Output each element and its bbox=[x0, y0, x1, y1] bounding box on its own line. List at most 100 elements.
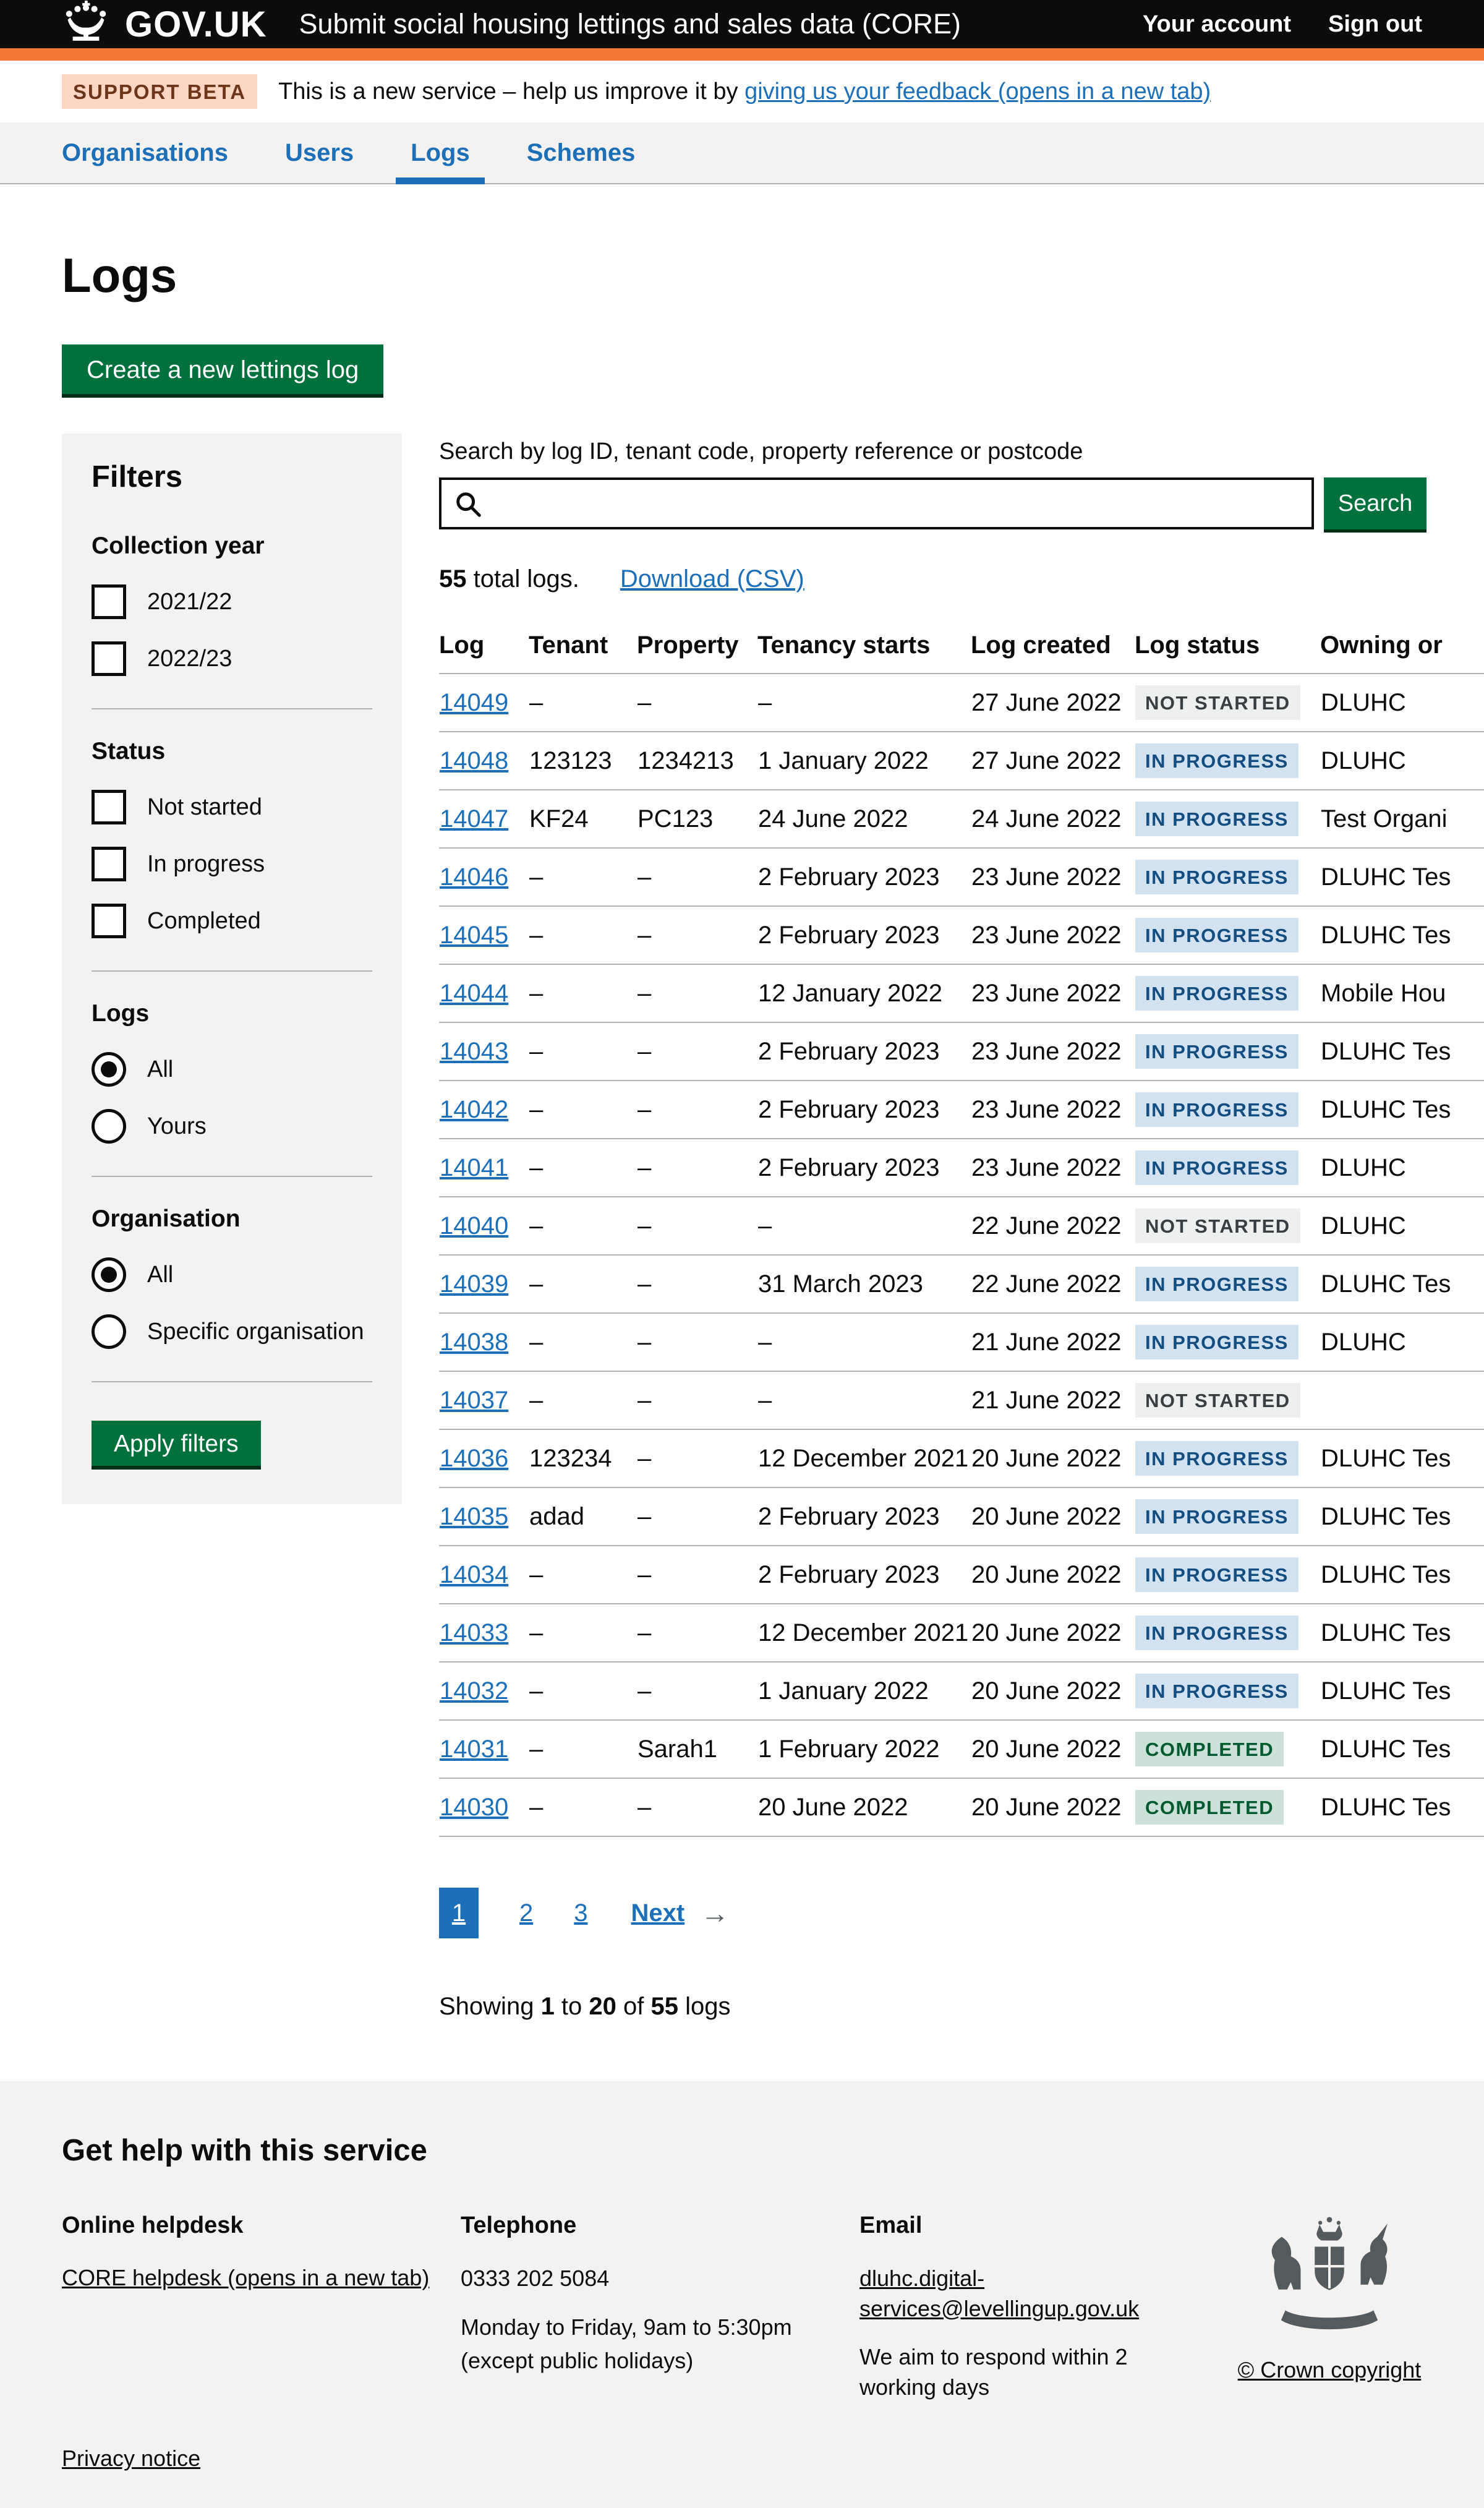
tenant-cell: – bbox=[529, 848, 637, 906]
log-id-link[interactable]: 14035 bbox=[440, 1503, 508, 1530]
telephone-hours: Monday to Friday, 9am to 5:30pm bbox=[461, 2313, 835, 2343]
search-input[interactable] bbox=[439, 477, 1314, 529]
download-csv-link[interactable]: Download (CSV) bbox=[620, 565, 804, 593]
checkbox-2021-22[interactable] bbox=[92, 584, 126, 619]
nav-item-users[interactable]: Users bbox=[285, 122, 354, 183]
log-id-link[interactable]: 14036 bbox=[440, 1445, 508, 1472]
log-id-link[interactable]: 14037 bbox=[440, 1387, 508, 1414]
owning-organisation-cell bbox=[1320, 1371, 1484, 1429]
log-created-cell: 23 June 2022 bbox=[971, 1139, 1135, 1197]
log-id-link[interactable]: 14045 bbox=[440, 922, 508, 949]
tenancy-starts-cell: – bbox=[757, 1313, 971, 1371]
log-id-link[interactable]: 14039 bbox=[440, 1270, 508, 1298]
filter-heading-status: Status bbox=[92, 738, 372, 765]
log-id-link[interactable]: 14042 bbox=[440, 1096, 508, 1123]
property-cell: – bbox=[637, 1022, 757, 1081]
owning-organisation-cell: DLUHC bbox=[1320, 1139, 1484, 1197]
radio-logs-all[interactable] bbox=[92, 1052, 126, 1087]
table-header-row: Log Tenant Property Tenancy starts Log c… bbox=[439, 619, 1484, 674]
log-created-cell: 21 June 2022 bbox=[971, 1313, 1135, 1371]
checkbox-not-started[interactable] bbox=[92, 790, 126, 824]
log-id-link[interactable]: 14032 bbox=[440, 1677, 508, 1705]
log-id-link[interactable]: 14040 bbox=[440, 1212, 508, 1239]
create-lettings-log-button[interactable]: Create a new lettings log bbox=[62, 345, 383, 394]
log-id-link[interactable]: 14030 bbox=[440, 1794, 508, 1821]
sign-out-link[interactable]: Sign out bbox=[1328, 11, 1422, 38]
crown-copyright-link[interactable]: © Crown copyright bbox=[1238, 2357, 1422, 2383]
nav-item-logs[interactable]: Logs bbox=[411, 122, 470, 183]
tenancy-starts-cell: 12 December 2021 bbox=[757, 1604, 971, 1662]
radio-option-org-all[interactable]: All bbox=[92, 1257, 372, 1292]
radio-option-org-specific[interactable]: Specific organisation bbox=[92, 1314, 372, 1349]
property-cell: – bbox=[637, 1604, 757, 1662]
footer-heading: Get help with this service bbox=[62, 2133, 1422, 2168]
showing-mid: to bbox=[555, 1993, 589, 2020]
gov-logo[interactable]: GOV.UK Submit social housing lettings an… bbox=[62, 1, 961, 48]
tenancy-starts-cell: 2 February 2023 bbox=[757, 906, 971, 964]
col-header-log-status: Log status bbox=[1135, 619, 1320, 674]
owning-organisation-cell: DLUHC Tes bbox=[1320, 1487, 1484, 1546]
checkbox-2022-23[interactable] bbox=[92, 641, 126, 676]
tenant-cell: – bbox=[529, 1720, 637, 1778]
log-id-link[interactable]: 14038 bbox=[440, 1329, 508, 1356]
privacy-notice-link[interactable]: Privacy notice bbox=[62, 2446, 200, 2472]
checkbox-in-progress[interactable] bbox=[92, 847, 126, 881]
pagination-next-link[interactable]: Next bbox=[631, 1899, 685, 1927]
checkbox-option-2021-22[interactable]: 2021/22 bbox=[92, 584, 372, 619]
status-badge: IN PROGRESS bbox=[1135, 1499, 1298, 1534]
checkbox-label: 2021/22 bbox=[147, 589, 232, 615]
tenancy-starts-cell: 2 February 2023 bbox=[757, 1081, 971, 1139]
radio-option-logs-all[interactable]: All bbox=[92, 1052, 372, 1087]
radio-org-all[interactable] bbox=[92, 1257, 126, 1292]
owning-organisation-cell: DLUHC Tes bbox=[1320, 1546, 1484, 1604]
log-id-link[interactable]: 14046 bbox=[440, 863, 508, 891]
owning-organisation-cell: DLUHC Tes bbox=[1320, 1022, 1484, 1081]
log-id-link[interactable]: 14044 bbox=[440, 980, 508, 1007]
log-id-link[interactable]: 14043 bbox=[440, 1038, 508, 1065]
checkbox-option-in-progress[interactable]: In progress bbox=[92, 847, 372, 881]
checkbox-option-not-started[interactable]: Not started bbox=[92, 790, 372, 824]
log-id-link[interactable]: 14034 bbox=[440, 1561, 508, 1588]
table-row: 14034 – – 2 February 2023 20 June 2022 I… bbox=[439, 1546, 1484, 1604]
tenant-cell: – bbox=[529, 1662, 637, 1720]
status-badge: IN PROGRESS bbox=[1135, 1557, 1298, 1592]
owning-organisation-cell: DLUHC Tes bbox=[1320, 1778, 1484, 1836]
tenancy-starts-cell: 2 February 2023 bbox=[757, 1487, 971, 1546]
feedback-link[interactable]: giving us your feedback (opens in a new … bbox=[744, 79, 1211, 105]
apply-filters-button[interactable]: Apply filters bbox=[92, 1421, 261, 1466]
owning-organisation-cell: Test Organi bbox=[1320, 790, 1484, 848]
service-name[interactable]: Submit social housing lettings and sales… bbox=[299, 8, 961, 40]
search-button[interactable]: Search bbox=[1324, 477, 1426, 529]
log-id-link[interactable]: 14033 bbox=[440, 1619, 508, 1646]
pagination-page-3[interactable]: 3 bbox=[574, 1899, 587, 1927]
radio-logs-yours[interactable] bbox=[92, 1109, 126, 1144]
radio-org-specific[interactable] bbox=[92, 1314, 126, 1349]
log-created-cell: 20 June 2022 bbox=[971, 1720, 1135, 1778]
log-id-link[interactable]: 14049 bbox=[440, 689, 508, 716]
primary-nav: Organisations Users Logs Schemes bbox=[0, 122, 1484, 184]
owning-organisation-cell: DLUHC Tes bbox=[1320, 1720, 1484, 1778]
email-title: Email bbox=[859, 2212, 1181, 2239]
checkbox-label: Completed bbox=[147, 908, 261, 935]
log-id-link[interactable]: 14041 bbox=[440, 1154, 508, 1181]
log-created-cell: 23 June 2022 bbox=[971, 1022, 1135, 1081]
log-id-link[interactable]: 14031 bbox=[440, 1735, 508, 1763]
table-row: 14044 – – 12 January 2022 23 June 2022 I… bbox=[439, 964, 1484, 1022]
table-row: 14039 – – 31 March 2023 22 June 2022 IN … bbox=[439, 1255, 1484, 1313]
your-account-link[interactable]: Your account bbox=[1143, 11, 1291, 38]
core-helpdesk-link[interactable]: CORE helpdesk (opens in a new tab) bbox=[62, 2265, 429, 2290]
log-id-link[interactable]: 14047 bbox=[440, 805, 508, 832]
pagination-page-1-current[interactable]: 1 bbox=[439, 1888, 479, 1938]
log-id-link[interactable]: 14048 bbox=[440, 747, 508, 774]
checkbox-completed[interactable] bbox=[92, 904, 126, 938]
table-row: 14033 – – 12 December 2021 20 June 2022 … bbox=[439, 1604, 1484, 1662]
nav-item-organisations[interactable]: Organisations bbox=[62, 122, 228, 183]
radio-option-logs-yours[interactable]: Yours bbox=[92, 1109, 372, 1144]
beta-tag: SUPPORT BETA bbox=[62, 74, 257, 109]
checkbox-option-completed[interactable]: Completed bbox=[92, 904, 372, 938]
pagination-page-2[interactable]: 2 bbox=[519, 1899, 533, 1927]
nav-item-schemes[interactable]: Schemes bbox=[527, 122, 636, 183]
email-link[interactable]: dluhc.digital-services@levellingup.gov.u… bbox=[859, 2266, 1139, 2321]
checkbox-option-2022-23[interactable]: 2022/23 bbox=[92, 641, 372, 676]
col-header-owning-organisation: Owning or bbox=[1320, 619, 1484, 674]
